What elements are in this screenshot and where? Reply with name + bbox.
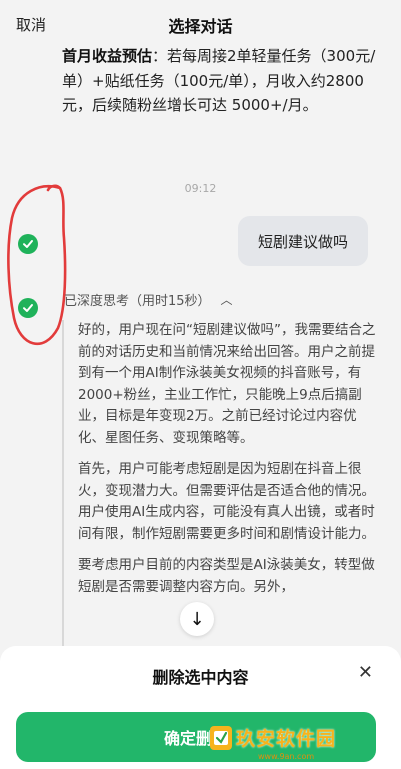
check-icon [23,304,33,312]
sheet-title: 删除选中内容 [152,668,249,687]
watermark-text: 玖安软件园 [236,728,337,750]
thinking-paragraph: 要考虑用户目前的内容类型是AI泳装美女，转型做短剧是否需要调整内容方向。另外， [78,557,375,595]
close-icon[interactable]: ✕ [358,662,373,683]
top-bar: 取消 选择对话 [0,0,401,48]
thinking-label: 已深度思考（用时15秒） [64,294,211,309]
select-checkbox-ai-answer[interactable] [18,298,38,318]
chevron-up-icon: ︿ [220,293,233,307]
delete-bottom-sheet: 删除选中内容 ✕ 确定删除 [0,646,401,769]
summary-bold-label: 首月收益预估 [62,47,153,65]
user-message-bubble[interactable]: 短剧建议做吗 [238,216,368,266]
check-icon [23,240,33,248]
watermark-url: www.9an.com [258,752,315,761]
message-timestamp: 09:12 [184,182,217,195]
previous-answer-summary: 首月收益预估：若每周接2单轻量任务（300元/单）+贴纸任务（100元/单），月… [62,44,380,118]
scroll-down-button[interactable]: ↓ [180,602,214,636]
page-title: 选择对话 [168,17,233,36]
thinking-content: 好的，用户现在问“短剧建议做吗”，我需要结合之前的对话历史和当前情况来给出回答。… [62,320,382,650]
arrow-down-icon: ↓ [189,608,205,630]
thinking-paragraph: 首先，用户可能考虑短剧是因为短剧在抖音上很火，变现潜力大。但需要评估是否适合他的… [78,461,375,542]
user-message-text: 短剧建议做吗 [257,232,348,251]
thinking-toggle[interactable]: 已深度思考（用时15秒） ︿ [64,290,233,309]
select-checkbox-user-message[interactable] [18,234,38,254]
watermark-logo-icon [210,726,232,750]
thinking-paragraph: 好的，用户现在问“短剧建议做吗”，我需要结合之前的对话历史和当前情况来给出回答。… [78,322,376,446]
